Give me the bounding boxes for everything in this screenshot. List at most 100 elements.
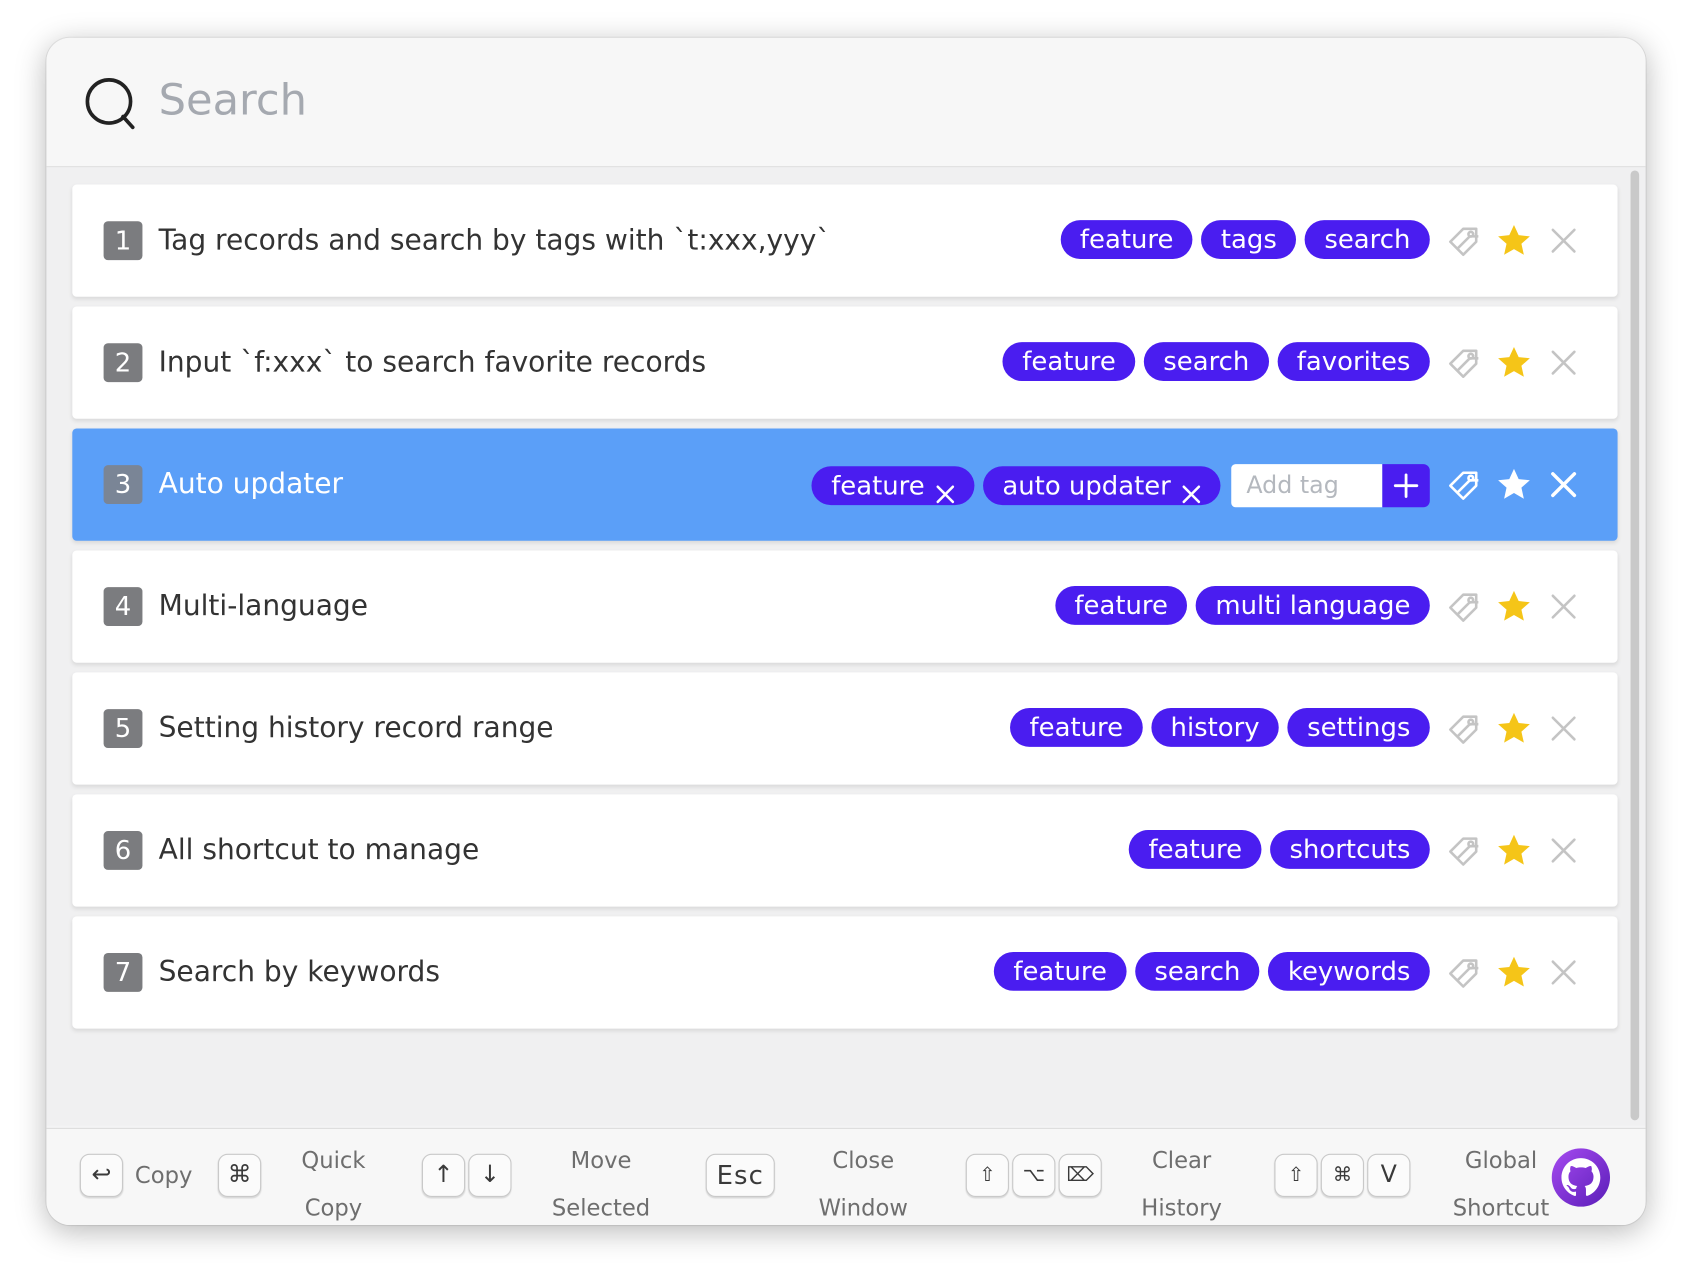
record-row[interactable]: 2 Input `f:xxx` to search favorite record…: [72, 306, 1618, 419]
close-icon[interactable]: [1542, 341, 1585, 384]
star-icon[interactable]: [1492, 219, 1535, 262]
record-number: 6: [103, 831, 143, 870]
star-icon[interactable]: [1492, 829, 1535, 872]
record-actions: [1443, 219, 1585, 262]
tag-chip[interactable]: favorites: [1277, 342, 1430, 381]
tag-chip[interactable]: feature: [1129, 829, 1262, 869]
tag-chip[interactable]: feature: [1060, 220, 1193, 260]
record-tags: feature tags search: [1060, 220, 1430, 260]
tag-chip[interactable]: multi language: [1195, 586, 1430, 625]
tag-chip[interactable]: history: [1151, 708, 1280, 747]
close-window-hint: Close Window: [813, 1137, 914, 1226]
global-command-key: ⌘: [1320, 1153, 1364, 1197]
tag-icon[interactable]: [1443, 341, 1486, 384]
record-title: Input `f:xxx` to search favorite records: [158, 346, 707, 379]
move-selected-hint: Move Selected: [547, 1137, 655, 1226]
close-window-hint-line1: Close: [832, 1147, 895, 1174]
star-icon[interactable]: [1492, 585, 1535, 628]
record-row[interactable]: 3 Auto updater feature auto updater: [72, 428, 1618, 541]
record-actions: [1443, 951, 1585, 994]
tag-label: feature: [1013, 956, 1107, 987]
tag-label: feature: [1022, 346, 1116, 377]
quick-copy-hint-line1: Quick: [301, 1147, 366, 1174]
tag-label: shortcuts: [1289, 834, 1411, 865]
add-tag-button[interactable]: [1382, 464, 1430, 508]
record-title: Auto updater: [158, 468, 344, 501]
delete-key: ⌦: [1058, 1153, 1102, 1197]
search-bar: [46, 37, 1646, 168]
tag-chip[interactable]: feature: [1002, 342, 1136, 381]
tag-chip[interactable]: feature: [1054, 586, 1188, 625]
record-tags: feature multi language: [1054, 586, 1430, 625]
app-window: 1 Tag records and search by tags with `t:…: [46, 37, 1646, 1226]
record-number: 3: [103, 465, 143, 505]
move-selected-hint-line2: Selected: [551, 1194, 651, 1221]
close-icon[interactable]: [1542, 707, 1585, 750]
star-icon[interactable]: [1492, 951, 1535, 994]
record-row[interactable]: 7 Search by keywords feature search keywords: [72, 916, 1618, 1029]
tag-chip[interactable]: shortcuts: [1270, 829, 1430, 869]
tag-label: search: [1163, 346, 1250, 377]
record-number: 2: [103, 343, 143, 383]
remove-tag-icon[interactable]: [935, 476, 955, 504]
record-actions: [1443, 585, 1585, 628]
global-shortcut-hint-line2: Shortcut: [1452, 1194, 1550, 1221]
record-row[interactable]: 6 All shortcut to manage feature shortcuts: [72, 794, 1618, 907]
close-icon[interactable]: [1542, 585, 1585, 628]
tag-icon[interactable]: [1443, 219, 1486, 262]
record-row[interactable]: 4 Multi-language feature multi language: [72, 550, 1618, 663]
shortcut-footer: ↩ Copy ⌘ Quick Copy ↑ ↓ Move Selected Es…: [46, 1127, 1646, 1226]
close-icon[interactable]: [1542, 219, 1585, 262]
record-row[interactable]: 1 Tag records and search by tags with `t:…: [72, 184, 1618, 297]
close-icon[interactable]: [1542, 463, 1585, 506]
tag-icon[interactable]: [1443, 463, 1486, 506]
arrow-up-key: ↑: [421, 1153, 466, 1197]
tag-label: feature: [1029, 712, 1124, 743]
record-title: Search by keywords: [158, 956, 440, 989]
tag-chip[interactable]: tags: [1201, 220, 1297, 260]
tag-icon[interactable]: [1443, 951, 1486, 994]
tag-icon[interactable]: [1443, 707, 1486, 750]
star-icon[interactable]: [1492, 463, 1535, 506]
star-icon[interactable]: [1492, 341, 1535, 384]
add-tag-input[interactable]: [1231, 464, 1383, 508]
record-title: All shortcut to manage: [158, 834, 480, 867]
tag-icon[interactable]: [1443, 585, 1486, 628]
tag-chip[interactable]: search: [1143, 342, 1269, 381]
search-input[interactable]: [158, 65, 914, 135]
record-actions: [1443, 341, 1585, 384]
tag-chip[interactable]: feature: [811, 466, 975, 506]
enter-key: ↩: [79, 1153, 124, 1197]
option-key: ⌥: [1012, 1153, 1056, 1197]
tag-chip[interactable]: auto updater: [982, 466, 1221, 506]
tag-label: feature: [1074, 590, 1168, 621]
record-tags: feature shortcuts: [1129, 829, 1430, 869]
tag-chip[interactable]: feature: [993, 951, 1127, 991]
remove-tag-icon[interactable]: [1182, 476, 1201, 504]
record-title: Setting history record range: [158, 712, 554, 745]
star-icon[interactable]: [1492, 707, 1535, 750]
close-icon[interactable]: [1542, 951, 1585, 994]
record-actions: [1443, 707, 1585, 750]
github-icon[interactable]: [1551, 1147, 1611, 1207]
clear-history-hint: Clear History: [1138, 1137, 1224, 1226]
record-tags: feature auto updater: [811, 464, 1430, 508]
global-shift-key: ⇧: [1274, 1153, 1318, 1197]
global-v-key: V: [1367, 1153, 1411, 1197]
global-shortcut-hint: Global Shortcut: [1449, 1137, 1553, 1226]
record-number: 4: [103, 587, 143, 626]
arrow-down-key: ↓: [468, 1153, 512, 1197]
tag-chip[interactable]: feature: [1010, 708, 1143, 747]
tag-chip[interactable]: keywords: [1268, 951, 1430, 991]
tag-label: auto updater: [1002, 470, 1171, 501]
tag-chip[interactable]: search: [1134, 951, 1260, 991]
record-row[interactable]: 5 Setting history record range feature hist…: [72, 672, 1618, 785]
scrollbar[interactable]: [1630, 170, 1640, 1121]
tag-label: search: [1154, 956, 1241, 987]
tag-label: keywords: [1287, 956, 1411, 987]
tag-icon[interactable]: [1443, 829, 1486, 872]
close-icon[interactable]: [1542, 829, 1585, 872]
tag-chip[interactable]: settings: [1287, 708, 1430, 747]
tag-chip[interactable]: search: [1304, 220, 1430, 260]
escape-key: Esc: [705, 1153, 775, 1197]
